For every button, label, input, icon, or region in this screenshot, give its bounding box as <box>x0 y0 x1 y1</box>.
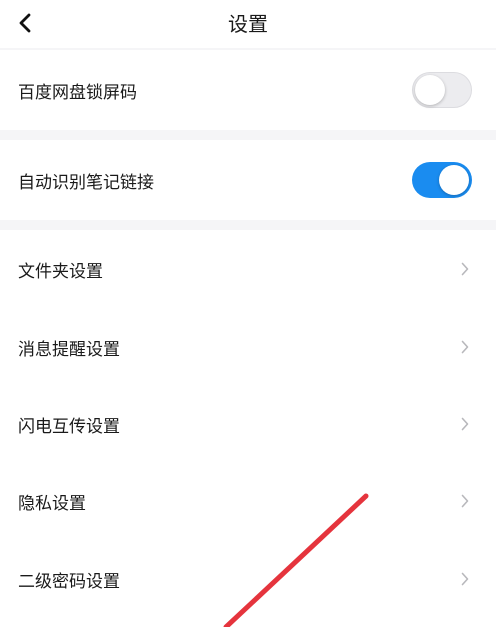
setting-label: 二级密码设置 <box>18 571 120 592</box>
setting-item-folder[interactable]: 文件夹设置 <box>0 230 496 308</box>
setting-item-secondary-password[interactable]: 二级密码设置 <box>0 540 496 618</box>
lock-screen-toggle[interactable] <box>412 72 472 108</box>
chevron-right-icon <box>460 261 470 277</box>
page-title: 设置 <box>228 12 268 36</box>
settings-page: 设置 百度网盘锁屏码 自动识别笔记链接 文件夹设置 消息提醒设置 闪电互传设置 <box>0 0 496 627</box>
chevron-right-icon <box>460 339 470 355</box>
chevron-right-icon <box>460 493 470 509</box>
setting-label: 文件夹设置 <box>18 261 103 282</box>
setting-item-privacy[interactable]: 隐私设置 <box>0 462 496 540</box>
setting-label: 自动识别笔记链接 <box>18 172 154 193</box>
setting-label: 闪电互传设置 <box>18 416 120 437</box>
setting-item-flash-transfer[interactable]: 闪电互传设置 <box>0 386 496 462</box>
top-bar: 设置 <box>0 0 496 48</box>
setting-label: 隐私设置 <box>18 493 86 514</box>
setting-row-auto-detect: 自动识别笔记链接 <box>0 140 496 220</box>
section-gap <box>0 220 496 230</box>
setting-label: 消息提醒设置 <box>18 339 120 360</box>
toggle-knob <box>415 75 445 105</box>
setting-row-lock-screen: 百度网盘锁屏码 <box>0 50 496 130</box>
section-gap <box>0 130 496 140</box>
chevron-right-icon <box>460 416 470 432</box>
setting-item-notification[interactable]: 消息提醒设置 <box>0 308 496 386</box>
chevron-right-icon <box>460 571 470 587</box>
toggle-knob <box>439 165 469 195</box>
auto-detect-toggle[interactable] <box>412 162 472 198</box>
setting-label: 百度网盘锁屏码 <box>18 82 137 103</box>
